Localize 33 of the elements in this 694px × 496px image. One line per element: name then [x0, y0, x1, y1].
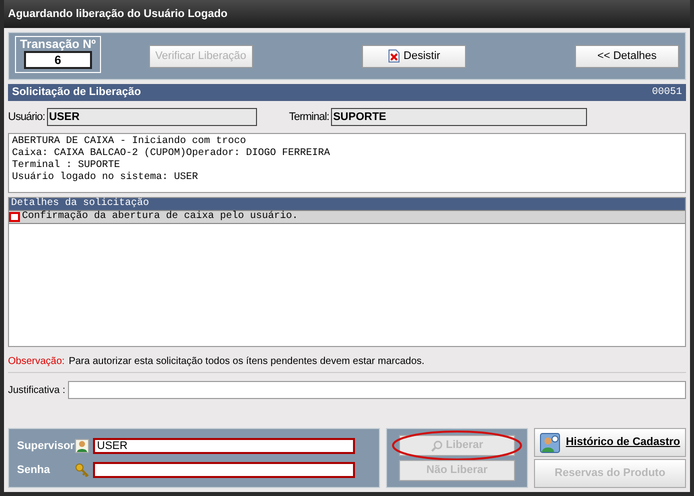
details-item-text: Confirmação da abertura de caixa pelo usuário.: [22, 211, 298, 223]
transaction-label: Transação Nº: [20, 36, 96, 50]
cancel-button[interactable]: Desistir: [362, 44, 466, 68]
key-icon: [75, 463, 89, 478]
observation-label: Observação:: [8, 355, 65, 369]
section-title: Solicitação de Liberação: [12, 85, 141, 100]
user-icon: [75, 438, 89, 453]
message-line: Terminal : SUPORTE: [12, 160, 122, 172]
user-history-icon: [540, 432, 560, 452]
password-label: Senha: [17, 463, 52, 478]
user-label: Usuário:: [8, 110, 45, 125]
justification-label: Justificativa :: [8, 384, 66, 398]
message-line: Caixa: CAIXA BALCAO-2 (CUPOM)Operador: DIOGO FERREIRA: [12, 148, 332, 160]
magnifier-icon: [430, 440, 443, 452]
cancelled-document-icon: [388, 49, 400, 63]
details-header: Detalhes da solicitação: [9, 198, 685, 210]
checkbox[interactable]: [9, 212, 20, 222]
terminal-field: SUPORTE: [331, 108, 588, 126]
justification-field[interactable]: [68, 381, 686, 399]
supervisor-label: Supervisor: [17, 438, 75, 454]
transaction-number-field: 6: [24, 50, 92, 68]
history-button[interactable]: Histórico de Cadastro: [534, 428, 686, 457]
toolbar-button[interactable]: << Detalhes: [575, 44, 679, 68]
terminal-label: Terminal:: [288, 110, 330, 125]
window-title: Aguardando liberação do Usuário Logado: [4, 0, 690, 28]
details-item[interactable]: Confirmação da abertura de caixa pelo usuário.: [9, 210, 685, 224]
message-line: Usuário logado no sistema: USER: [12, 172, 200, 184]
section-code: 00051: [652, 86, 682, 100]
password-field[interactable]: [93, 462, 355, 478]
user-field: USER: [46, 108, 257, 126]
observation-text: Para autorizar esta solicitação todos os ítens pendentes devem estar marcados.: [68, 355, 424, 369]
message-line: ABERTURA DE CAIXA - Iniciando com troco: [12, 136, 248, 148]
supervisor-field[interactable]: USER: [93, 438, 355, 454]
